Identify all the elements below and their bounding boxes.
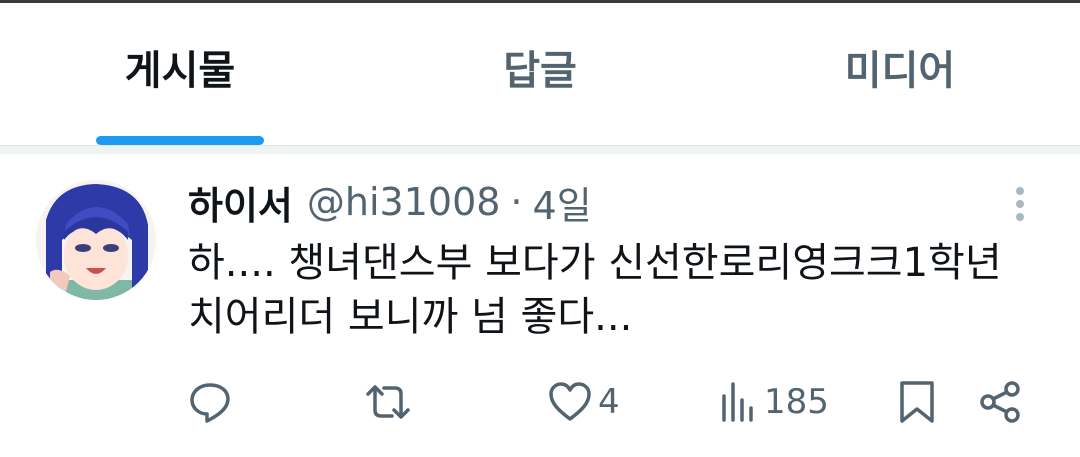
profile-tabs: 게시물 답글 미디어: [0, 3, 1080, 145]
tab-replies-label: 답글: [503, 48, 577, 94]
author-handle[interactable]: @hi31008: [307, 180, 501, 224]
views-button[interactable]: 185: [720, 378, 829, 426]
post-text-line: 치어리더 보니까 넘 좋다...: [188, 294, 633, 340]
avatar-image: [36, 180, 156, 300]
share-button[interactable]: [978, 378, 1022, 426]
author-name[interactable]: 하이서: [188, 175, 293, 230]
heart-icon: [549, 382, 591, 421]
tab-replies[interactable]: 답글: [360, 3, 720, 145]
post-header: 하이서 @hi31008 · 4일: [188, 176, 592, 228]
view-count: 185: [764, 382, 829, 422]
avatar[interactable]: [36, 180, 156, 300]
like-count: 4: [598, 382, 620, 422]
more-options-icon[interactable]: [1004, 184, 1036, 224]
post-text: 하.... 챙녀댄스부 보다가 신선한로리영크크1학년 치어리더 보니까 넘 좋…: [188, 236, 1048, 344]
separator-dot: ·: [510, 180, 523, 224]
share-icon: [980, 381, 1020, 423]
section-divider: [0, 145, 1080, 154]
reply-button[interactable]: [188, 378, 232, 426]
active-tab-indicator: [96, 136, 264, 145]
views-icon: [722, 382, 753, 422]
reply-icon: [190, 383, 230, 423]
tab-posts[interactable]: 게시물: [0, 3, 360, 145]
tab-media-label: 미디어: [844, 48, 956, 94]
repost-button[interactable]: [364, 378, 412, 426]
post-time[interactable]: 4일: [533, 175, 592, 230]
post-text-line: 하.... 챙녀댄스부 보다가 신선한로리영크크1학년: [188, 240, 1002, 286]
bookmark-button[interactable]: [898, 378, 936, 426]
repost-icon: [366, 385, 410, 419]
tab-media[interactable]: 미디어: [720, 3, 1080, 145]
tab-posts-label: 게시물: [124, 48, 236, 94]
like-button[interactable]: 4: [548, 378, 620, 426]
bookmark-icon: [900, 381, 934, 423]
